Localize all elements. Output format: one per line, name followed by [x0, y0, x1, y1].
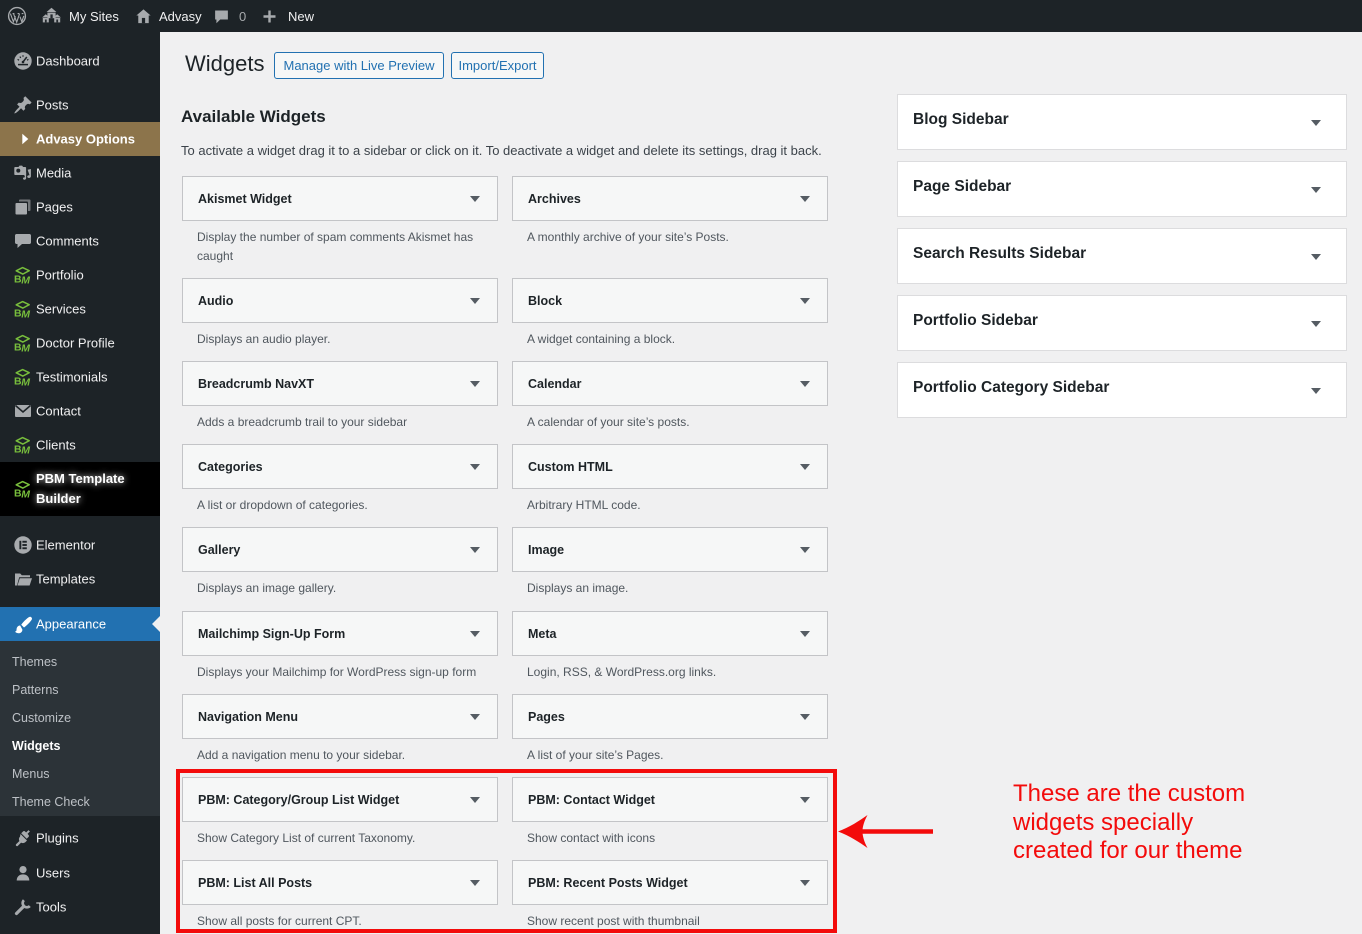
svg-text:M: M	[21, 343, 30, 354]
svg-text:M: M	[21, 445, 30, 456]
svg-text:M: M	[21, 489, 30, 500]
svg-text:M: M	[21, 377, 30, 388]
svg-text:M: M	[21, 275, 30, 286]
svg-text:M: M	[21, 309, 30, 320]
